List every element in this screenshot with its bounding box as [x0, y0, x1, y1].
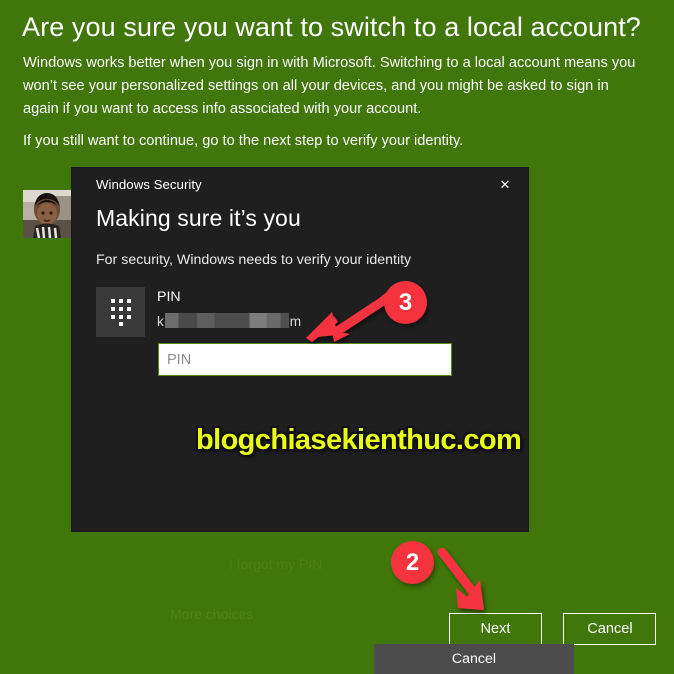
pin-input[interactable] [158, 343, 452, 376]
next-button[interactable]: Next [449, 613, 542, 645]
page-title: Are you sure you want to switch to a loc… [22, 12, 641, 42]
account-prefix: k [157, 314, 164, 329]
step-badge-3: 3 [384, 281, 427, 324]
keypad-glyph [110, 299, 131, 326]
redaction-block [164, 313, 289, 328]
page-paragraph-2: If you still want to continue, go to the… [23, 133, 464, 149]
page-paragraph-1: Windows works better when you sign in wi… [23, 55, 636, 117]
credential-label: PIN [157, 289, 181, 305]
page-action-buttons: Next Cancel [449, 613, 657, 645]
more-choices-link[interactable]: More choices [170, 606, 253, 622]
dialog-subtext: For security, Windows needs to verify yo… [96, 252, 412, 268]
dialog-app-title: Windows Security [96, 177, 202, 192]
dialog-cancel-button[interactable]: Cancel [374, 644, 574, 674]
avatar-photo-icon [23, 190, 75, 238]
account-name-redacted: km [157, 313, 301, 329]
site-watermark: blogchiasekienthuc.com [196, 424, 522, 456]
step-badge-2: 2 [391, 541, 434, 584]
credential-row: PIN km [96, 287, 506, 337]
account-suffix: m [289, 314, 302, 329]
forgot-pin-link[interactable]: I forgot my PIN [229, 556, 322, 572]
dialog-titlebar: Windows Security ✕ [72, 168, 528, 204]
cancel-button[interactable]: Cancel [563, 613, 657, 645]
pin-keypad-icon [96, 287, 145, 337]
avatar [23, 190, 75, 238]
close-icon[interactable]: ✕ [490, 172, 520, 198]
dialog-heading: Making sure it’s you [96, 205, 301, 231]
